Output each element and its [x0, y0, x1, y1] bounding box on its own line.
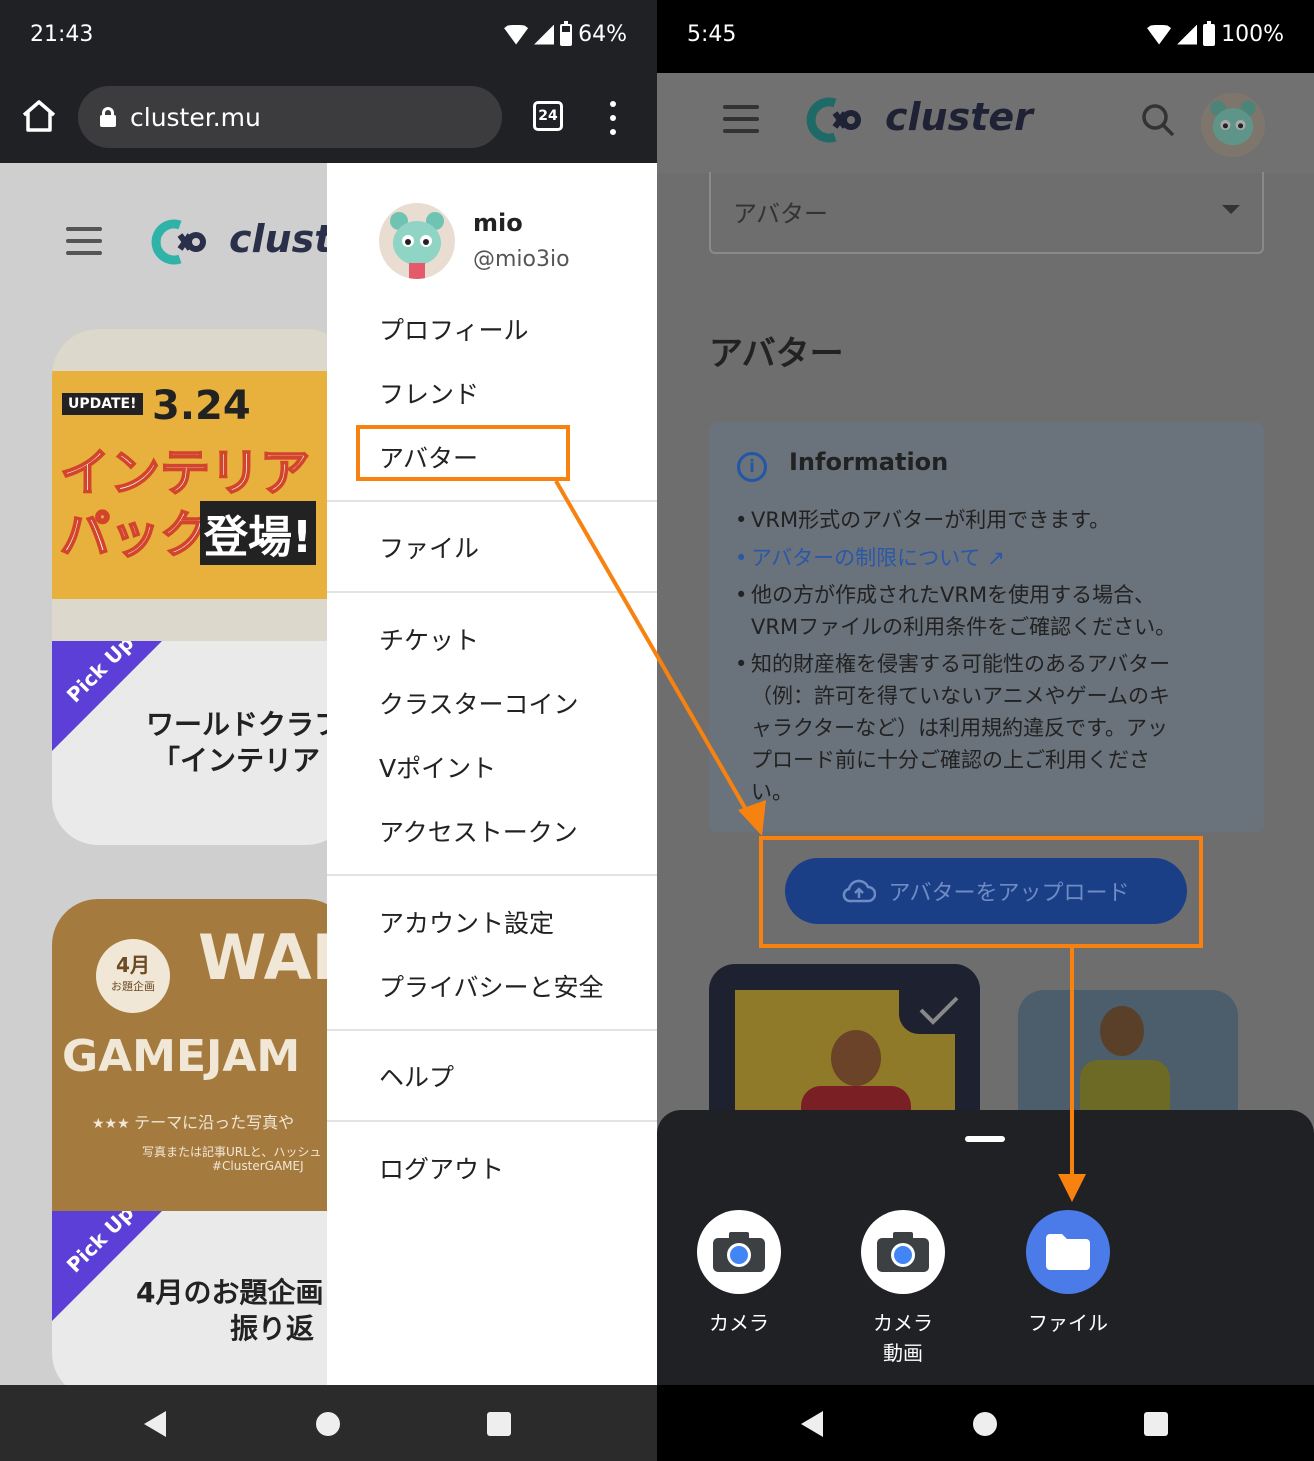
- menu-item-friends[interactable]: フレンド: [379, 375, 479, 411]
- battery-icon: [560, 20, 573, 46]
- sheet-drag-handle[interactable]: [965, 1136, 1005, 1142]
- dropdown-arrow-icon: [1222, 205, 1240, 214]
- event-card[interactable]: UPDATE! 3.24 インテリア パック 登場! Pick Up ワールドク…: [52, 329, 352, 845]
- info-title: Information: [789, 448, 949, 476]
- home-nav-icon[interactable]: [973, 1412, 997, 1436]
- battery-icon: [1203, 20, 1216, 46]
- hamburger-menu-icon[interactable]: [723, 105, 759, 133]
- menu-item-access-token[interactable]: アクセストークン: [379, 813, 578, 849]
- menu-item-cluster-coin[interactable]: クラスターコイン: [379, 685, 579, 721]
- card-title: 4月のお題企画: [136, 1276, 324, 1309]
- card-subtitle: 「インテリア: [152, 744, 321, 777]
- category-select[interactable]: アバター: [709, 172, 1264, 254]
- user-name: mio: [473, 209, 523, 237]
- user-avatar[interactable]: [1201, 93, 1265, 157]
- home-nav-icon[interactable]: [316, 1412, 340, 1436]
- wifi-icon: [1147, 24, 1172, 45]
- app-label: ファイル: [1028, 1311, 1108, 1335]
- info-bullet: 他の方が作成されたVRMを使用する場合、 VRMファイルの利用条件をご確認くださ…: [735, 579, 1176, 643]
- battery-percent: 100%: [1221, 22, 1284, 47]
- status-bar: 21:43 64%: [0, 0, 657, 73]
- check-icon: [919, 996, 959, 1025]
- menu-item-privacy-safety[interactable]: プライバシーと安全: [379, 968, 604, 1004]
- avatar-character-icon: [1210, 100, 1256, 146]
- menu-item-profile[interactable]: プロフィール: [379, 311, 529, 347]
- select-value: アバター: [733, 200, 829, 228]
- address-bar[interactable]: cluster.mu: [78, 86, 502, 148]
- cellular-signal-icon: [534, 24, 555, 45]
- recents-icon[interactable]: [487, 1412, 511, 1436]
- back-icon[interactable]: [801, 1411, 823, 1437]
- system-nav-bar: [0, 1385, 657, 1461]
- left-phone-screen: 21:43 64% cluster.mu 24 cluste UPDATE! 3…: [0, 0, 657, 1461]
- recents-icon[interactable]: [1144, 1412, 1168, 1436]
- battery-percent: 64%: [578, 22, 627, 47]
- highlight-box-upload: [759, 836, 1203, 948]
- right-phone-screen: 5:45 100% cluster アバター アバター i Informatio…: [657, 0, 1314, 1461]
- app-label: カメラ 動画: [873, 1311, 933, 1365]
- menu-divider: [327, 591, 657, 593]
- menu-item-help[interactable]: ヘルプ: [379, 1058, 454, 1094]
- status-time: 21:43: [30, 22, 94, 47]
- url-text: cluster.mu: [130, 102, 261, 132]
- avatar-character-icon: [390, 212, 444, 279]
- site-header: cluster: [657, 73, 1314, 173]
- card-title: ワールドクラフ: [146, 708, 343, 741]
- user-handle: @mio3io: [473, 247, 570, 272]
- lock-icon: [100, 107, 116, 127]
- camera-app-button[interactable]: [697, 1210, 781, 1294]
- menu-divider: [327, 1120, 657, 1122]
- card-banner-image: UPDATE! 3.24 インテリア パック 登場!: [52, 329, 352, 641]
- info-bullet: VRM形式のアバターが利用できます。: [735, 504, 1110, 536]
- external-link-icon: ↗: [987, 546, 1005, 570]
- cluster-logo-icon: [806, 97, 861, 143]
- site-logo-text: cluster: [885, 95, 1033, 139]
- info-icon: i: [737, 452, 767, 482]
- menu-divider: [327, 500, 657, 502]
- page-title: アバター: [709, 334, 844, 374]
- camera-video-app-button[interactable]: [861, 1210, 945, 1294]
- folder-icon: [1046, 1234, 1090, 1270]
- menu-divider: [327, 874, 657, 876]
- menu-item-tickets[interactable]: チケット: [379, 621, 479, 657]
- system-nav-bar: [657, 1385, 1314, 1461]
- home-icon[interactable]: [20, 97, 58, 135]
- tab-switcher-button[interactable]: 24: [533, 101, 563, 131]
- status-time: 5:45: [687, 22, 737, 47]
- app-label: カメラ: [709, 1311, 769, 1335]
- wifi-icon: [504, 24, 529, 45]
- hamburger-menu-icon[interactable]: [66, 227, 102, 255]
- menu-divider: [327, 1029, 657, 1031]
- avatar-limits-link[interactable]: アバターの制限について ↗: [735, 542, 1005, 574]
- menu-item-v-points[interactable]: Vポイント: [379, 749, 496, 785]
- menu-item-files[interactable]: ファイル: [379, 529, 479, 565]
- user-avatar: [379, 203, 455, 279]
- highlight-box-avatar: [356, 425, 570, 481]
- menu-item-account-settings[interactable]: アカウント設定: [379, 904, 554, 940]
- camera-icon: [713, 1232, 765, 1272]
- camera-icon: [877, 1232, 929, 1272]
- menu-item-logout[interactable]: ログアウト: [379, 1150, 504, 1186]
- file-chooser-sheet: カメラ カメラ 動画 ファイル: [657, 1110, 1314, 1385]
- card-banner-image: 4月 お題企画 WAN GAMEJAM ★★★ テーマに沿った写真や 写真または…: [52, 899, 352, 1211]
- information-box: i Information VRM形式のアバターが利用できます。 アバターの制限…: [709, 422, 1264, 832]
- status-bar: 5:45 100%: [657, 0, 1314, 73]
- info-bullet: 知的財産権を侵害する可能性のあるアバター （例：許可を得ていないアニメやゲームの…: [735, 648, 1170, 808]
- screenshot-root: 21:43 64% cluster.mu 24 cluste UPDATE! 3…: [0, 0, 1314, 1461]
- card-subtitle: 振り返: [230, 1312, 315, 1345]
- back-icon[interactable]: [144, 1411, 166, 1437]
- files-app-button[interactable]: [1026, 1210, 1110, 1294]
- user-menu-drawer: mio @mio3io プロフィール フレンド アバター ファイル チケット ク…: [327, 163, 657, 1385]
- cluster-logo-icon: [151, 219, 206, 265]
- more-menu-icon[interactable]: [603, 101, 623, 135]
- search-icon[interactable]: [1141, 103, 1175, 137]
- cellular-signal-icon: [1177, 24, 1198, 45]
- browser-toolbar: cluster.mu 24: [0, 73, 657, 163]
- event-card[interactable]: 4月 お題企画 WAN GAMEJAM ★★★ テーマに沿った写真や 写真または…: [52, 899, 352, 1399]
